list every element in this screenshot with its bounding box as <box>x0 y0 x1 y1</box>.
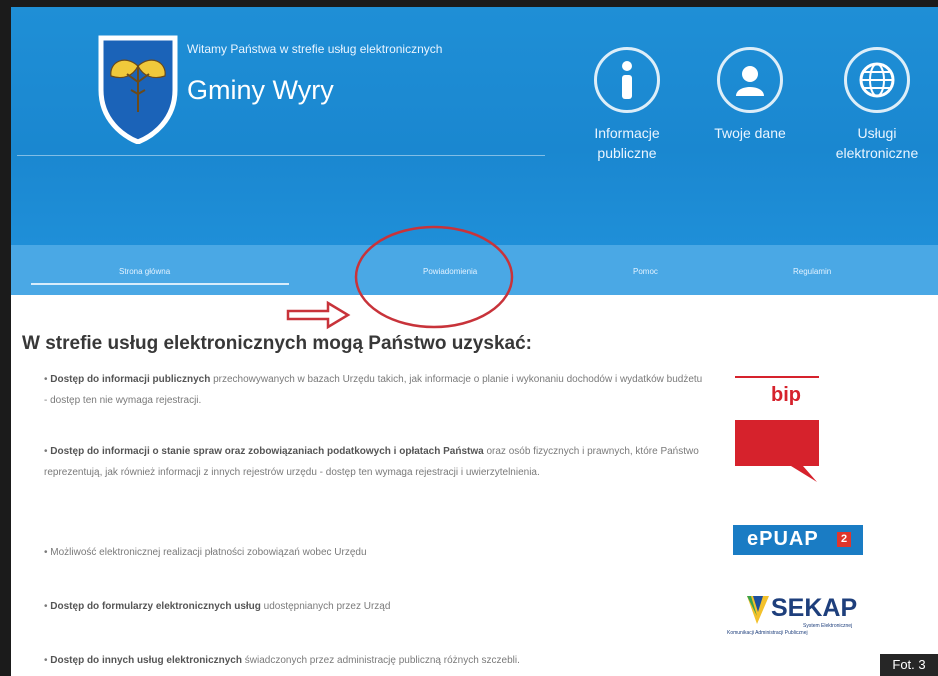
menu-pomoc[interactable]: Pomoc <box>633 267 658 276</box>
globe-icon[interactable] <box>844 47 910 113</box>
info-icon[interactable] <box>594 47 660 113</box>
active-menu-underline <box>31 283 289 285</box>
menu-regulamin[interactable]: Regulamin <box>793 267 831 276</box>
item-text: Możliwość elektronicznej realizacji płat… <box>50 547 367 558</box>
item-bold: Dostęp do informacji o stanie spraw oraz… <box>50 446 484 457</box>
item-text: udostępnianych przez Urząd <box>260 601 391 612</box>
user-icon[interactable] <box>717 47 783 113</box>
nav-label: Twoje dane <box>714 125 786 141</box>
bip-flag-icon <box>735 420 819 482</box>
nav-label: Informacje <box>594 125 660 141</box>
sekap-mark-icon <box>747 596 769 624</box>
annotation-circle <box>354 225 514 329</box>
nav-twoje-dane[interactable]: Twoje dane <box>695 47 805 143</box>
coat-of-arms-logo[interactable] <box>95 32 181 144</box>
menu-strona-glowna[interactable]: Strona główna <box>119 267 170 276</box>
header-divider <box>17 155 545 156</box>
list-item: • Możliwość elektronicznej realizacji pł… <box>44 547 367 558</box>
sekap-logo[interactable]: SEKAP System Elektronicznej Komunikacji … <box>727 594 865 650</box>
list-item: • Dostęp do informacji o stanie spraw or… <box>44 446 699 478</box>
bip-text: bip <box>771 384 801 406</box>
sekap-subtitle: System Elektronicznej <box>803 623 853 629</box>
epuap-logo[interactable]: ePUAP 2 <box>733 525 863 555</box>
site-header: Witamy Państwa w strefie usług elektroni… <box>11 7 938 245</box>
welcome-text: Witamy Państwa w strefie usług elektroni… <box>187 42 443 56</box>
left-border <box>0 0 11 676</box>
epuap-version: 2 <box>837 532 851 547</box>
nav-label: Usługi <box>857 125 897 141</box>
item-bold: Dostęp do innych usług elektronicznych <box>50 655 242 666</box>
item-text: świadczonych przez administrację publicz… <box>241 655 520 666</box>
nav-uslugi-elektroniczne[interactable]: Usługi elektroniczne <box>822 47 932 163</box>
bip-logo[interactable]: bip <box>733 376 821 482</box>
nav-label: elektroniczne <box>835 145 919 161</box>
nav-informacje-publiczne[interactable]: Informacje publiczne <box>572 47 682 163</box>
item-bold: Dostęp do informacji publicznych <box>50 374 211 385</box>
annotation-overlay <box>286 225 514 330</box>
nav-label: publiczne <box>597 145 657 161</box>
screenshot-frame: Witamy Państwa w strefie usług elektroni… <box>0 0 938 676</box>
photo-caption: Fot. 3 <box>880 654 938 676</box>
epuap-text: ePUAP <box>747 528 819 550</box>
list-item: • Dostęp do informacji publicznych przec… <box>44 374 703 406</box>
bip-line <box>735 376 819 378</box>
sekap-subtitle: Komunikacji Administracji Publicznej <box>727 630 808 636</box>
list-item: • Dostęp do formularzy elektronicznych u… <box>44 601 391 612</box>
site-title: Gminy Wyry <box>187 75 334 105</box>
annotation-arrow <box>286 300 351 330</box>
item-bold: Dostęp do formularzy elektronicznych usł… <box>50 601 261 612</box>
top-border <box>0 0 938 7</box>
sekap-text: SEKAP <box>771 594 858 622</box>
list-item: • Dostęp do innych usług elektronicznych… <box>44 655 520 666</box>
content-heading: W strefie usług elektronicznych mogą Pań… <box>22 333 532 354</box>
